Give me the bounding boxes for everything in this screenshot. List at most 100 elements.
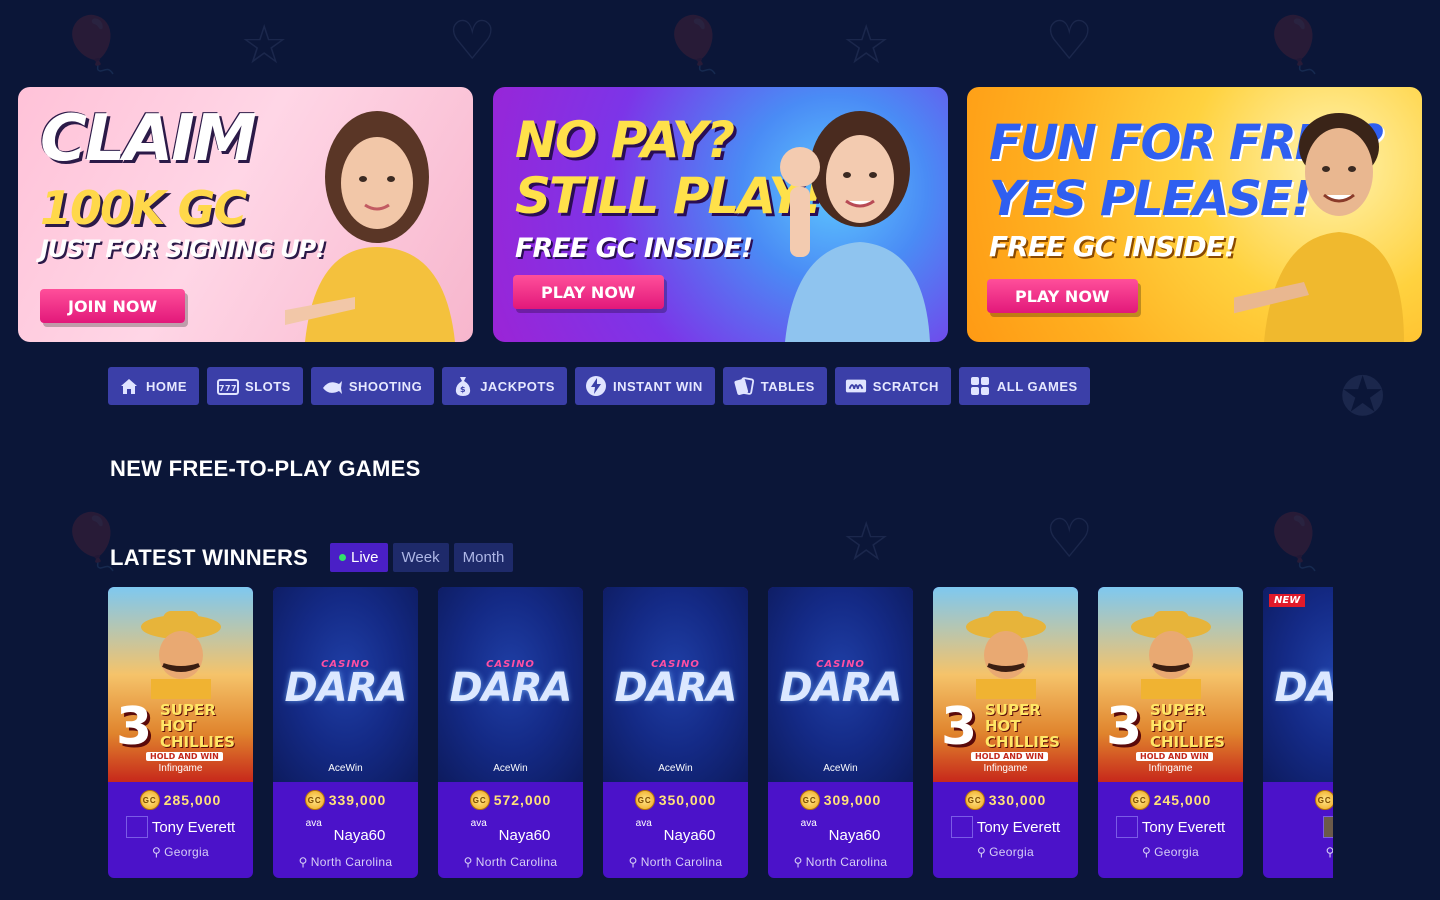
winner-user: ava Naya60: [768, 819, 913, 851]
banner-subline: FREE GC INSIDE!: [515, 233, 753, 264]
winner-location: ⚲ Georgia: [1142, 845, 1199, 859]
play-now-button[interactable]: PLAY NOW: [987, 279, 1138, 313]
avatar: ava: [305, 819, 322, 829]
nav-shooting[interactable]: SHOOTING: [310, 367, 435, 405]
location-pin-icon: ⚲: [977, 845, 987, 859]
gc-coin-icon: GC: [469, 790, 490, 810]
winner-card[interactable]: 3 SUPER HOT CHILLIES HOLD AND WIN Infingam…: [933, 587, 1078, 878]
man-pointing-image: [1234, 113, 1404, 342]
latest-winners-carousel: 3 SUPER HOT CHILLIES HOLD AND WIN Infingam…: [108, 587, 1333, 878]
avatar: ava: [470, 819, 487, 829]
promo-banner-claim[interactable]: CLAIM 100K GC JUST FOR SIGNING UP! JOIN …: [18, 87, 473, 342]
win-amount: GC 339,000: [273, 790, 418, 810]
nav-tables[interactable]: TABLES: [722, 367, 827, 405]
nav-slots[interactable]: 777 SLOTS: [207, 367, 303, 405]
winner-card[interactable]: CASINO DARA AceWin GC 309,000 ava Naya60 ⚲…: [768, 587, 913, 878]
game-logo-dara: DARA: [779, 665, 903, 711]
game-title-number: 3: [116, 697, 153, 757]
win-amount: GC 350,000: [603, 790, 748, 810]
heart-doodle-icon: ♡: [1045, 9, 1094, 72]
win-amount: GC 572,000: [438, 790, 583, 810]
banner-headline: CLAIM: [40, 102, 257, 176]
heart-doodle-icon: ♡: [448, 9, 497, 72]
winner-location: ⚲ Georgia: [152, 845, 209, 859]
promo-banner-no-pay[interactable]: NO PAY? STILL PLAY! FREE GC INSIDE! PLAY…: [493, 87, 948, 342]
mariachi-character-image: [966, 611, 1046, 699]
win-amount: GC45: [1263, 790, 1333, 810]
new-games-heading: NEW FREE-TO-PLAY GAMES: [110, 456, 421, 481]
winner-card[interactable]: 3 SUPER HOT CHILLIES HOLD AND WIN Infingam…: [1098, 587, 1243, 878]
winner-card[interactable]: 3 SUPER HOT CHILLIES HOLD AND WIN Infingam…: [108, 587, 253, 878]
gc-coin-icon: GC: [634, 790, 655, 810]
location-pin-icon: ⚲: [463, 855, 473, 869]
nav-all-games[interactable]: ALL GAMES: [958, 367, 1090, 405]
game-title: SUPER HOT CHILLIES: [160, 701, 235, 751]
win-amount: GC 330,000: [933, 790, 1078, 810]
latest-winners-heading: LATEST WINNERS: [110, 545, 309, 570]
money-bag-icon: $: [452, 375, 474, 397]
gc-coin-icon: GC: [1314, 790, 1333, 810]
tab-label: Week: [401, 549, 440, 566]
winner-card[interactable]: CASINO DARA AceWin GC 339,000 ava Naya60 ⚲…: [273, 587, 418, 878]
winner-card[interactable]: CASINO DARA AceWin GC 350,000 ava Naya60 ⚲…: [603, 587, 748, 878]
game-thumbnail: CASINO DARA AceWin: [273, 587, 418, 782]
win-amount: GC 245,000: [1098, 790, 1243, 810]
gc-coin-icon: GC: [799, 790, 820, 810]
winner-user: Tony Everett: [108, 816, 253, 838]
game-subtitle: HOLD AND WIN: [971, 752, 1048, 761]
win-amount: GC 285,000: [108, 790, 253, 810]
nav-label: TABLES: [760, 378, 815, 394]
game-logo-dara: DARA: [284, 665, 408, 711]
gc-coin-icon: GC: [139, 790, 160, 810]
game-logo-dara: DARA: [1274, 665, 1333, 711]
nav-home[interactable]: HOME: [108, 367, 199, 405]
game-logo-dara: DARA: [449, 665, 573, 711]
nav-label: SHOOTING: [348, 378, 423, 394]
heart-doodle-icon: ♡: [1045, 507, 1094, 570]
game-thumbnail: 3 SUPER HOT CHILLIES HOLD AND WIN Infingam…: [1098, 587, 1243, 782]
game-thumbnail: 3 SUPER HOT CHILLIES HOLD AND WIN Infingam…: [108, 587, 253, 782]
game-title-number: 3: [941, 697, 978, 757]
game-provider: AceWin: [328, 763, 363, 774]
tab-live[interactable]: Live: [330, 543, 388, 572]
grid-icon: [969, 375, 991, 397]
tab-month[interactable]: Month: [453, 543, 514, 572]
banner-headline: NO PAY?: [515, 111, 735, 169]
winners-period-tabs: Live Week Month: [330, 543, 514, 572]
new-badge: NEW: [1269, 594, 1306, 607]
star-doodle-icon: ☆: [842, 13, 891, 76]
winner-location: ⚲ North Carolina: [628, 855, 723, 869]
avatar: [950, 816, 973, 838]
gc-coin-icon: GC: [964, 790, 985, 810]
game-thumbnail: CASINO DARA AceWin: [438, 587, 583, 782]
svg-text:$: $: [460, 385, 466, 394]
winner-card[interactable]: CASINO DARA AceWin GC 572,000 ava Naya60 ⚲…: [438, 587, 583, 878]
play-now-button[interactable]: PLAY NOW: [513, 275, 664, 309]
fish-icon: [321, 375, 343, 397]
game-provider: Infingame: [983, 763, 1028, 774]
avatar: ava: [635, 819, 652, 829]
game-title: SUPER HOT CHILLIES: [1150, 701, 1225, 751]
winner-card[interactable]: DARA J NEW GC45 ⚲T: [1263, 587, 1333, 878]
tab-week[interactable]: Week: [392, 543, 449, 572]
location-pin-icon: ⚲: [152, 845, 162, 859]
location-pin-icon: ⚲: [1142, 845, 1152, 859]
nav-label: ALL GAMES: [996, 378, 1078, 394]
nav-instant-win[interactable]: INSTANT WIN: [574, 367, 715, 405]
balloon-doodle-icon: 🎈: [1260, 510, 1328, 573]
slot-machine-icon: 777: [217, 375, 239, 397]
nav-label: JACKPOTS: [480, 378, 555, 394]
promo-banner-fun-for-free[interactable]: FUN FOR FREE? YES PLEASE! FREE GC INSIDE…: [967, 87, 1422, 342]
nav-scratch[interactable]: SCRATCH: [834, 367, 951, 405]
lightning-icon: [585, 375, 607, 397]
woman-pointing-image: [285, 111, 455, 342]
balloon-doodle-icon: 🎈: [660, 13, 728, 76]
avatar: [125, 816, 148, 838]
game-provider: Infingame: [1148, 763, 1193, 774]
location-pin-icon: ⚲: [628, 855, 638, 869]
game-provider: AceWin: [493, 763, 528, 774]
join-now-button[interactable]: JOIN NOW: [40, 289, 186, 323]
nav-jackpots[interactable]: $ JACKPOTS: [442, 367, 567, 405]
banner-amount: 100K GC: [40, 181, 247, 235]
medal-doodle-icon: ✪: [1340, 365, 1386, 428]
